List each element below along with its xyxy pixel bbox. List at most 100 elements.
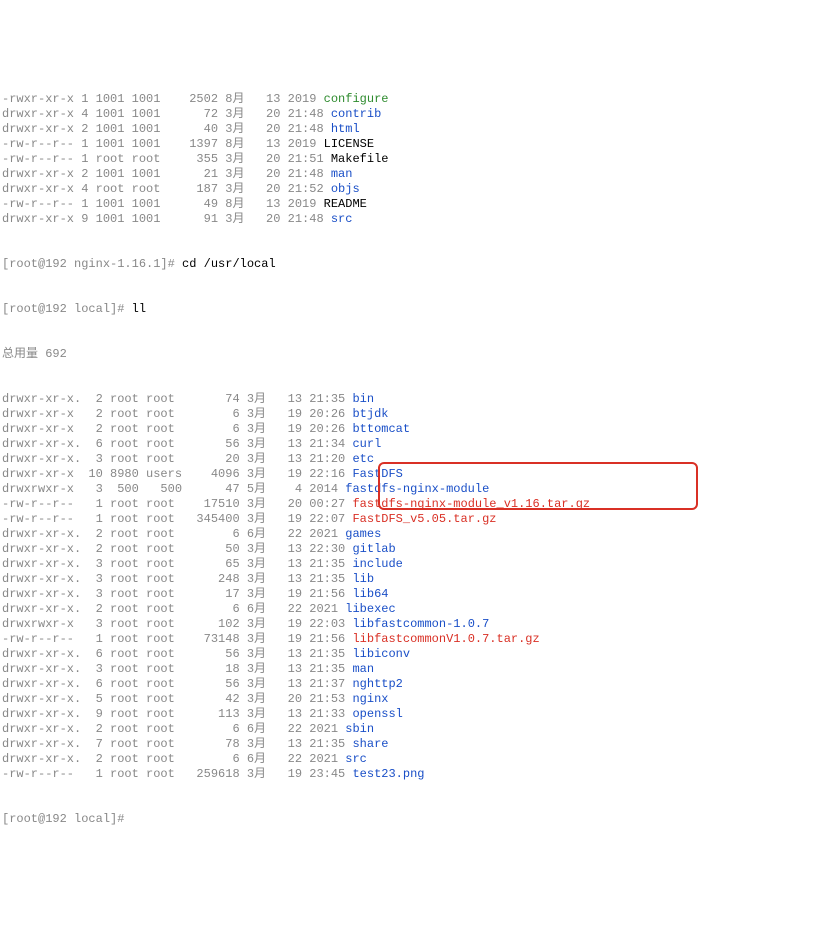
file-entry: drwxr-xr-x. 6 root root 56 3月 13 21:34 c… <box>2 437 830 452</box>
file-entry: drwxrwxr-x 3 root root 102 3月 19 22:03 l… <box>2 617 830 632</box>
file-name: curl <box>352 437 381 451</box>
file-permissions: drwxr-xr-x. 2 root root 6 6月 22 2021 <box>2 722 345 736</box>
file-permissions: drwxr-xr-x. 9 root root 113 3月 13 21:33 <box>2 707 352 721</box>
file-name: nginx <box>352 692 388 706</box>
file-entry: drwxr-xr-x. 6 root root 56 3月 13 21:35 l… <box>2 647 830 662</box>
file-name: fastdfs-nginx-module <box>345 482 489 496</box>
file-permissions: -rw-r--r-- 1 root root 17510 3月 20 00:27 <box>2 497 352 511</box>
file-entry: drwxr-xr-x. 3 root root 17 3月 19 21:56 l… <box>2 587 830 602</box>
file-name: nghttp2 <box>352 677 402 691</box>
file-entry: drwxr-xr-x. 2 root root 6 6月 22 2021 src <box>2 752 830 767</box>
file-permissions: -rw-r--r-- 1 1001 1001 49 8月 13 2019 <box>2 197 324 211</box>
file-name: bttomcat <box>352 422 410 436</box>
file-permissions: -rwxr-xr-x 1 1001 1001 2502 8月 13 2019 <box>2 92 324 106</box>
shell-command: ll <box>132 302 146 316</box>
file-permissions: drwxr-xr-x. 6 root root 56 3月 13 21:34 <box>2 437 352 451</box>
file-permissions: drwxr-xr-x. 2 root root 50 3月 13 22:30 <box>2 542 352 556</box>
file-permissions: drwxr-xr-x 10 8980 users 4096 3月 19 22:1… <box>2 467 352 481</box>
file-name: LICENSE <box>324 137 374 151</box>
file-entry: drwxr-xr-x. 2 root root 6 6月 22 2021 sbi… <box>2 722 830 737</box>
shell-command: cd /usr/local <box>182 257 276 271</box>
file-permissions: -rw-r--r-- 1 root root 73148 3月 19 21:56 <box>2 632 352 646</box>
file-permissions: drwxr-xr-x 2 root root 6 3月 19 20:26 <box>2 407 352 421</box>
file-permissions: drwxr-xr-x 4 root root 187 3月 20 21:52 <box>2 182 331 196</box>
file-entry: drwxr-xr-x. 3 root root 18 3月 13 21:35 m… <box>2 662 830 677</box>
file-permissions: drwxr-xr-x. 6 root root 56 3月 13 21:37 <box>2 677 352 691</box>
file-permissions: drwxr-xr-x 9 1001 1001 91 3月 20 21:48 <box>2 212 331 226</box>
file-name: src <box>345 752 367 766</box>
file-name: bin <box>352 392 374 406</box>
shell-prompt: [root@192 nginx-1.16.1]# <box>2 257 182 271</box>
file-permissions: drwxr-xr-x 2 root root 6 3月 19 20:26 <box>2 422 352 436</box>
file-name: lib <box>352 572 374 586</box>
file-name: src <box>331 212 353 226</box>
shell-prompt[interactable]: [root@192 local]# <box>2 812 132 826</box>
file-name: libfastcommon-1.0.7 <box>352 617 489 631</box>
file-permissions: drwxr-xr-x. 3 root root 248 3月 13 21:35 <box>2 572 352 586</box>
file-entry: drwxr-xr-x 2 1001 1001 21 3月 20 21:48 ma… <box>2 167 830 182</box>
file-permissions: drwxr-xr-x. 5 root root 42 3月 20 21:53 <box>2 692 352 706</box>
file-name: fastdfs-nginx-module_v1.16.tar.gz <box>352 497 590 511</box>
file-name: man <box>331 167 353 181</box>
file-permissions: -rw-r--r-- 1 root root 259618 3月 19 23:4… <box>2 767 352 781</box>
file-entry: drwxr-xr-x. 2 root root 50 3月 13 22:30 g… <box>2 542 830 557</box>
file-entry: drwxr-xr-x. 5 root root 42 3月 20 21:53 n… <box>2 692 830 707</box>
file-permissions: drwxr-xr-x. 2 root root 74 3月 13 21:35 <box>2 392 352 406</box>
file-permissions: drwxr-xr-x. 3 root root 20 3月 13 21:20 <box>2 452 352 466</box>
file-name: etc <box>352 452 374 466</box>
file-entry: drwxr-xr-x. 2 root root 6 6月 22 2021 gam… <box>2 527 830 542</box>
file-entry: -rw-r--r-- 1 root root 355 3月 20 21:51 M… <box>2 152 830 167</box>
file-permissions: drwxr-xr-x. 2 root root 6 6月 22 2021 <box>2 752 345 766</box>
file-name: sbin <box>345 722 374 736</box>
file-name: libfastcommonV1.0.7.tar.gz <box>352 632 539 646</box>
terminal-output[interactable]: -rwxr-xr-x 1 1001 1001 2502 8月 13 2019 c… <box>2 62 830 857</box>
file-name: README <box>324 197 367 211</box>
file-name: btjdk <box>352 407 388 421</box>
file-permissions: drwxr-xr-x 2 1001 1001 21 3月 20 21:48 <box>2 167 331 181</box>
file-permissions: drwxr-xr-x. 7 root root 78 3月 13 21:35 <box>2 737 352 751</box>
file-permissions: drwxrwxr-x 3 root root 102 3月 19 22:03 <box>2 617 352 631</box>
file-entry: -rw-r--r-- 1 root root 17510 3月 20 00:27… <box>2 497 830 512</box>
file-name: objs <box>331 182 360 196</box>
file-name: gitlab <box>352 542 395 556</box>
file-entry: drwxr-xr-x. 3 root root 20 3月 13 21:20 e… <box>2 452 830 467</box>
file-name: games <box>345 527 381 541</box>
file-permissions: -rw-r--r-- 1 1001 1001 1397 8月 13 2019 <box>2 137 324 151</box>
file-name: man <box>352 662 374 676</box>
file-entry: -rw-r--r-- 1 root root 345400 3月 19 22:0… <box>2 512 830 527</box>
file-entry: -rw-r--r-- 1 root root 73148 3月 19 21:56… <box>2 632 830 647</box>
file-entry: drwxr-xr-x 2 root root 6 3月 19 20:26 btt… <box>2 422 830 437</box>
file-entry: drwxr-xr-x. 3 root root 65 3月 13 21:35 i… <box>2 557 830 572</box>
file-permissions: drwxr-xr-x. 6 root root 56 3月 13 21:35 <box>2 647 352 661</box>
file-entry: drwxr-xr-x. 2 root root 74 3月 13 21:35 b… <box>2 392 830 407</box>
file-entry: -rw-r--r-- 1 root root 259618 3月 19 23:4… <box>2 767 830 782</box>
file-entry: -rw-r--r-- 1 1001 1001 1397 8月 13 2019 L… <box>2 137 830 152</box>
file-name: libiconv <box>352 647 410 661</box>
file-name: configure <box>324 92 389 106</box>
file-permissions: drwxr-xr-x. 2 root root 6 6月 22 2021 <box>2 527 345 541</box>
file-name: share <box>352 737 388 751</box>
file-entry: drwxr-xr-x. 2 root root 6 6月 22 2021 lib… <box>2 602 830 617</box>
file-permissions: drwxr-xr-x. 3 root root 18 3月 13 21:35 <box>2 662 352 676</box>
file-permissions: drwxr-xr-x 4 1001 1001 72 3月 20 21:48 <box>2 107 331 121</box>
file-entry: drwxr-xr-x. 6 root root 56 3月 13 21:37 n… <box>2 677 830 692</box>
file-entry: drwxrwxr-x 3 500 500 47 5月 4 2014 fastdf… <box>2 482 830 497</box>
file-permissions: -rw-r--r-- 1 root root 355 3月 20 21:51 <box>2 152 331 166</box>
file-entry: drwxr-xr-x. 3 root root 248 3月 13 21:35 … <box>2 572 830 587</box>
file-entry: drwxr-xr-x. 7 root root 78 3月 13 21:35 s… <box>2 737 830 752</box>
file-permissions: -rw-r--r-- 1 root root 345400 3月 19 22:0… <box>2 512 352 526</box>
file-permissions: drwxr-xr-x. 3 root root 17 3月 19 21:56 <box>2 587 352 601</box>
file-name: FastDFS_v5.05.tar.gz <box>352 512 496 526</box>
file-entry: drwxr-xr-x 4 1001 1001 72 3月 20 21:48 co… <box>2 107 830 122</box>
file-name: Makefile <box>331 152 389 166</box>
file-permissions: drwxr-xr-x 2 1001 1001 40 3月 20 21:48 <box>2 122 331 136</box>
total-line: 总用量 692 <box>2 347 830 362</box>
file-name: lib64 <box>352 587 388 601</box>
file-entry: -rw-r--r-- 1 1001 1001 49 8月 13 2019 REA… <box>2 197 830 212</box>
file-name: include <box>352 557 402 571</box>
file-name: FastDFS <box>352 467 402 481</box>
shell-prompt: [root@192 local]# <box>2 302 132 316</box>
file-name: test23.png <box>352 767 424 781</box>
file-entry: drwxr-xr-x 10 8980 users 4096 3月 19 22:1… <box>2 467 830 482</box>
file-entry: drwxr-xr-x 2 root root 6 3月 19 20:26 btj… <box>2 407 830 422</box>
